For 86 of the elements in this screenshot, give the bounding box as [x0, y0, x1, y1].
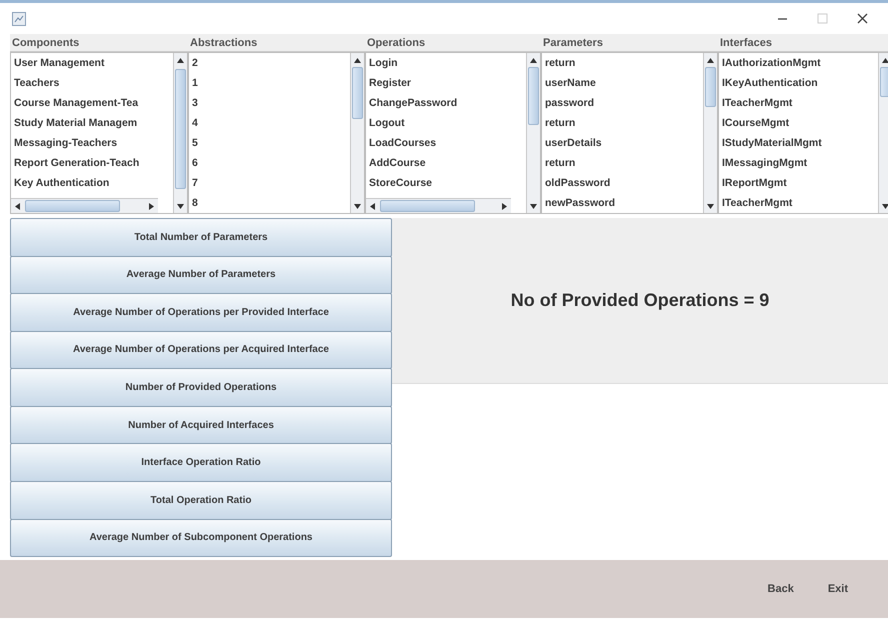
scroll-thumb[interactable]: [352, 67, 363, 119]
list-item[interactable]: Course Management-Tea: [11, 93, 173, 113]
column-header: Operations: [365, 34, 541, 52]
list-item[interactable]: IAuthorizationMgmt: [719, 53, 878, 73]
result-text: No of Provided Operations = 9: [510, 289, 770, 312]
close-icon: [854, 12, 870, 25]
list-item[interactable]: LoadCourses: [366, 133, 526, 153]
list-item[interactable]: ICourseMgmt: [719, 113, 878, 133]
list-item[interactable]: IReportMgmt: [719, 173, 878, 193]
list-item[interactable]: ITeacherMgmt: [719, 193, 878, 213]
list-item[interactable]: newPassword: [542, 193, 703, 213]
down-arrow-icon[interactable]: [177, 204, 184, 208]
list-item[interactable]: Messaging-Teachers: [11, 133, 173, 153]
vertical-scrollbar[interactable]: [350, 53, 364, 213]
metric-button[interactable]: Interface Operation Ratio: [10, 443, 392, 482]
list-item[interactable]: userDetails: [542, 133, 703, 153]
column-header: Parameters: [541, 34, 718, 52]
list-item[interactable]: 2: [189, 53, 350, 73]
list-item[interactable]: Study Material Managem: [11, 113, 173, 133]
left-arrow-icon[interactable]: [15, 203, 20, 210]
vertical-scrollbar[interactable]: [173, 53, 187, 213]
list-item[interactable]: Report Generation-Teach: [11, 153, 173, 173]
metric-button[interactable]: Average Number of Subcomponent Operations: [10, 518, 392, 558]
list-item[interactable]: Login: [366, 53, 526, 73]
list-item[interactable]: return: [542, 53, 703, 73]
metric-button[interactable]: Total Number of Parameters: [10, 218, 392, 257]
vertical-scrollbar[interactable]: [703, 53, 717, 213]
up-arrow-icon[interactable]: [882, 58, 888, 62]
footer-button[interactable]: Exit: [818, 576, 858, 602]
scroll-thumb[interactable]: [175, 69, 186, 189]
column-header: Interfaces: [718, 34, 888, 52]
down-arrow-icon[interactable]: [882, 204, 888, 208]
list-item[interactable]: IKeyAuthentication: [719, 73, 878, 93]
list-item[interactable]: Register: [366, 73, 526, 93]
list-item[interactable]: IStudyMaterialMgmt: [719, 133, 878, 153]
list-item[interactable]: Logout: [366, 113, 526, 133]
list-item[interactable]: StoreCourse: [366, 173, 526, 193]
app-icon: [12, 12, 26, 26]
vertical-scrollbar[interactable]: [526, 53, 540, 213]
down-arrow-icon[interactable]: [707, 204, 714, 208]
column-header: Abstractions: [188, 34, 365, 52]
metric-button[interactable]: Total Operation Ratio: [10, 480, 392, 520]
scroll-thumb[interactable]: [705, 67, 716, 107]
list-item[interactable]: IMessagingMgmt: [719, 153, 878, 173]
list-item[interactable]: return: [542, 153, 703, 173]
down-arrow-icon[interactable]: [354, 204, 361, 208]
list-item[interactable]: 7: [189, 173, 350, 193]
list-item[interactable]: 6: [189, 153, 350, 173]
up-arrow-icon[interactable]: [354, 58, 361, 62]
list-item[interactable]: ITeacherMgmt: [719, 93, 878, 113]
list-item[interactable]: Teachers: [11, 73, 173, 93]
column-header: Components: [10, 34, 188, 52]
list-item[interactable]: 5: [189, 133, 350, 153]
metric-button[interactable]: Number of Acquired Interfaces: [10, 406, 392, 444]
footer-button[interactable]: Back: [758, 576, 804, 602]
metric-button[interactable]: Average Number of Parameters: [10, 256, 392, 294]
list-item[interactable]: oldPassword: [542, 173, 703, 193]
down-arrow-icon[interactable]: [530, 204, 537, 208]
scroll-thumb[interactable]: [25, 200, 120, 212]
list-item[interactable]: User Management: [11, 53, 173, 73]
up-arrow-icon[interactable]: [177, 58, 184, 62]
list-item[interactable]: return: [542, 113, 703, 133]
scroll-thumb[interactable]: [380, 200, 475, 212]
horizontal-scrollbar[interactable]: [11, 198, 158, 213]
metric-button[interactable]: Average Number of Operations per Provided Interface: [10, 293, 392, 332]
metric-button[interactable]: Average Number of Operations per Acquired Interface: [10, 330, 392, 370]
maximize-icon: [814, 12, 830, 25]
left-arrow-icon[interactable]: [370, 203, 375, 210]
list-item[interactable]: AddCourse: [366, 153, 526, 173]
up-arrow-icon[interactable]: [530, 58, 537, 62]
horizontal-scrollbar[interactable]: [366, 198, 511, 213]
list-item[interactable]: password: [542, 93, 703, 113]
up-arrow-icon[interactable]: [707, 58, 714, 62]
right-arrow-icon[interactable]: [149, 203, 154, 210]
list-item[interactable]: 1: [189, 73, 350, 93]
list-item[interactable]: ChangePassword: [366, 93, 526, 113]
scroll-thumb[interactable]: [528, 67, 539, 125]
list-item[interactable]: userName: [542, 73, 703, 93]
list-item[interactable]: Key Authentication: [11, 173, 173, 193]
scroll-thumb[interactable]: [880, 67, 888, 97]
vertical-scrollbar[interactable]: [878, 53, 888, 213]
right-arrow-icon[interactable]: [502, 203, 507, 210]
list-item[interactable]: 3: [189, 93, 350, 113]
list-item[interactable]: 4: [189, 113, 350, 133]
metric-button[interactable]: Number of Provided Operations: [10, 368, 392, 407]
list-item[interactable]: 8: [189, 193, 350, 213]
